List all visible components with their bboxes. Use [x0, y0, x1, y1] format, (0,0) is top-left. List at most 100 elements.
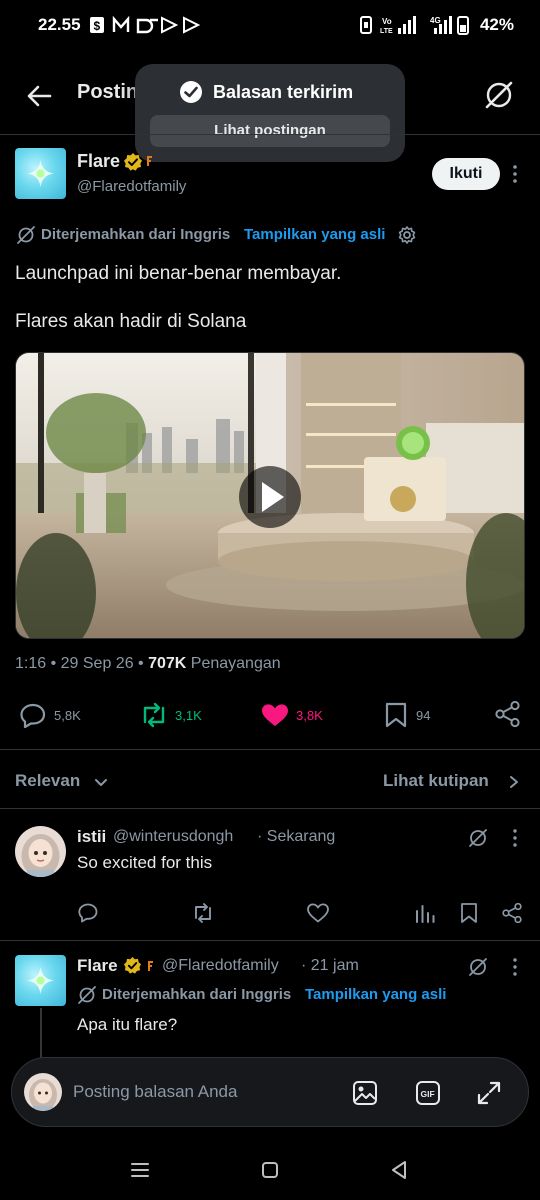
bookmark-icon[interactable] — [459, 902, 479, 924]
reply-avatar[interactable] — [15, 826, 66, 877]
view-quotes-link[interactable]: Lihat kutipan — [383, 769, 528, 795]
settings-icon[interactable] — [397, 225, 417, 245]
recent-apps-icon[interactable] — [129, 1159, 151, 1181]
post-text-line-1: Launchpad ini benar-benar membayar. — [15, 263, 342, 284]
svg-text:$: $ — [94, 19, 101, 33]
back-button[interactable] — [24, 80, 56, 112]
sort-label: Relevan — [15, 771, 81, 790]
toast-notification: Balasan terkirim Lihat postingan — [135, 64, 405, 162]
author-handle[interactable]: @Flaredotfamily — [77, 178, 186, 195]
like-icon[interactable] — [306, 902, 330, 924]
repost-action[interactable]: 3,1K — [139, 700, 229, 730]
reply-action[interactable]: 5,8K — [19, 700, 109, 730]
reply-author-name[interactable]: Flare — [77, 956, 118, 976]
user-avatar-illustration — [21, 834, 60, 877]
reply-time: · Sekarang — [257, 828, 336, 845]
reply-composer[interactable]: Posting balasan Anda GIF — [11, 1057, 529, 1127]
battery-percent: 42% — [479, 15, 514, 34]
more-icon[interactable] — [508, 162, 522, 186]
flare-logo-icon — [27, 967, 54, 994]
grok-icon — [485, 81, 513, 109]
svg-text:LTE: LTE — [380, 28, 393, 35]
author-name[interactable]: Flare — [77, 151, 120, 172]
view-post-button[interactable]: Lihat postingan — [150, 115, 390, 147]
reply-icon — [20, 703, 46, 728]
share-icon[interactable] — [501, 902, 523, 924]
share-icon[interactable] — [494, 700, 522, 728]
show-original-link[interactable]: Tampilkan yang asli — [244, 226, 385, 243]
view-quotes-label: Lihat kutipan — [383, 771, 489, 790]
reply-avatar[interactable] — [15, 955, 66, 1006]
more-icon[interactable] — [508, 956, 522, 978]
back-arrow-icon — [27, 85, 52, 107]
translate-icon — [78, 986, 96, 1004]
home-icon[interactable] — [259, 1159, 281, 1181]
author-avatar[interactable] — [15, 148, 66, 199]
affiliate-badge-icon — [148, 961, 153, 971]
repost-icon — [143, 702, 165, 728]
grok-icon[interactable] — [467, 827, 489, 849]
status-bar: 22.55 $ Vo LTE 4G 42% — [0, 0, 540, 50]
grok-icon[interactable] — [467, 956, 489, 978]
flare-logo-icon — [27, 160, 54, 187]
translate-icon — [17, 226, 35, 244]
chevron-right-icon — [510, 776, 518, 788]
post-text-line-2: Flares akan hadir di Solana — [15, 311, 247, 332]
divider — [0, 749, 540, 750]
divider — [0, 134, 540, 135]
svg-text:Vo: Vo — [382, 17, 392, 26]
reply-text: So excited for this — [77, 853, 213, 872]
chevron-down-icon — [95, 779, 107, 786]
grok-button[interactable] — [482, 78, 516, 112]
reply-author-name[interactable]: istii — [77, 827, 106, 847]
reply-author-handle[interactable]: @Flaredotfamily — [162, 957, 279, 975]
verified-badge-icon — [124, 957, 141, 974]
reply-author-handle[interactable]: @winterusdongh — [113, 828, 233, 846]
divider — [0, 808, 540, 809]
reply-time: · 21 jam — [301, 957, 359, 974]
play-icon — [262, 482, 284, 512]
reply-input[interactable]: Posting balasan Anda — [73, 1082, 237, 1102]
toast-message: Balasan terkirim — [213, 82, 354, 102]
follow-button[interactable]: Ikuti — [432, 158, 500, 190]
check-circle-icon — [180, 81, 202, 103]
views-label: Penayangan — [186, 655, 281, 672]
like-icon — [262, 704, 288, 726]
divider — [0, 940, 540, 941]
notification-icons: $ — [90, 15, 200, 34]
like-action[interactable]: 3,8K — [260, 700, 350, 730]
verified-badge-icon — [124, 153, 142, 171]
play-button[interactable] — [239, 466, 301, 528]
thread-line — [40, 1008, 42, 1058]
repost-count: 3,1K — [175, 708, 202, 723]
svg-text:4G: 4G — [430, 16, 441, 25]
affiliate-badge-icon — [147, 156, 152, 166]
bookmark-action[interactable]: 94 — [384, 700, 454, 730]
post-timestamp: 1:16 • 29 Sep 26 • — [15, 655, 149, 672]
bookmark-count: 94 — [416, 708, 431, 723]
like-count: 3,8K — [296, 708, 323, 723]
system-status-icons: Vo LTE 4G — [360, 16, 469, 35]
status-time: 22.55 — [38, 15, 81, 34]
views-icon[interactable] — [414, 902, 436, 924]
image-icon[interactable] — [352, 1080, 378, 1106]
svg-text:GIF: GIF — [421, 1089, 435, 1099]
gif-icon[interactable]: GIF — [415, 1080, 441, 1106]
more-icon[interactable] — [508, 827, 522, 849]
reply-count: 5,8K — [54, 708, 81, 723]
post-meta: 1:16 • 29 Sep 26 • 707K Penayangan — [15, 655, 281, 673]
view-count[interactable]: 707K — [148, 655, 186, 672]
system-nav-bar — [0, 1140, 540, 1200]
repost-icon[interactable] — [191, 902, 215, 924]
back-nav-icon[interactable] — [388, 1159, 410, 1181]
composer-avatar — [24, 1073, 62, 1111]
translated-note: Diterjemahkan dari Inggris — [102, 986, 292, 1003]
show-original-link[interactable]: Tampilkan yang asli — [305, 986, 446, 1003]
bookmark-icon — [385, 702, 407, 728]
sort-dropdown[interactable]: Relevan — [15, 769, 125, 795]
reply-icon[interactable] — [77, 902, 99, 924]
reply-text: Apa itu flare? — [77, 1015, 178, 1034]
user-avatar-illustration — [29, 1079, 57, 1111]
translated-note: Diterjemahkan dari Inggris — [41, 226, 231, 243]
expand-icon[interactable] — [476, 1080, 502, 1106]
